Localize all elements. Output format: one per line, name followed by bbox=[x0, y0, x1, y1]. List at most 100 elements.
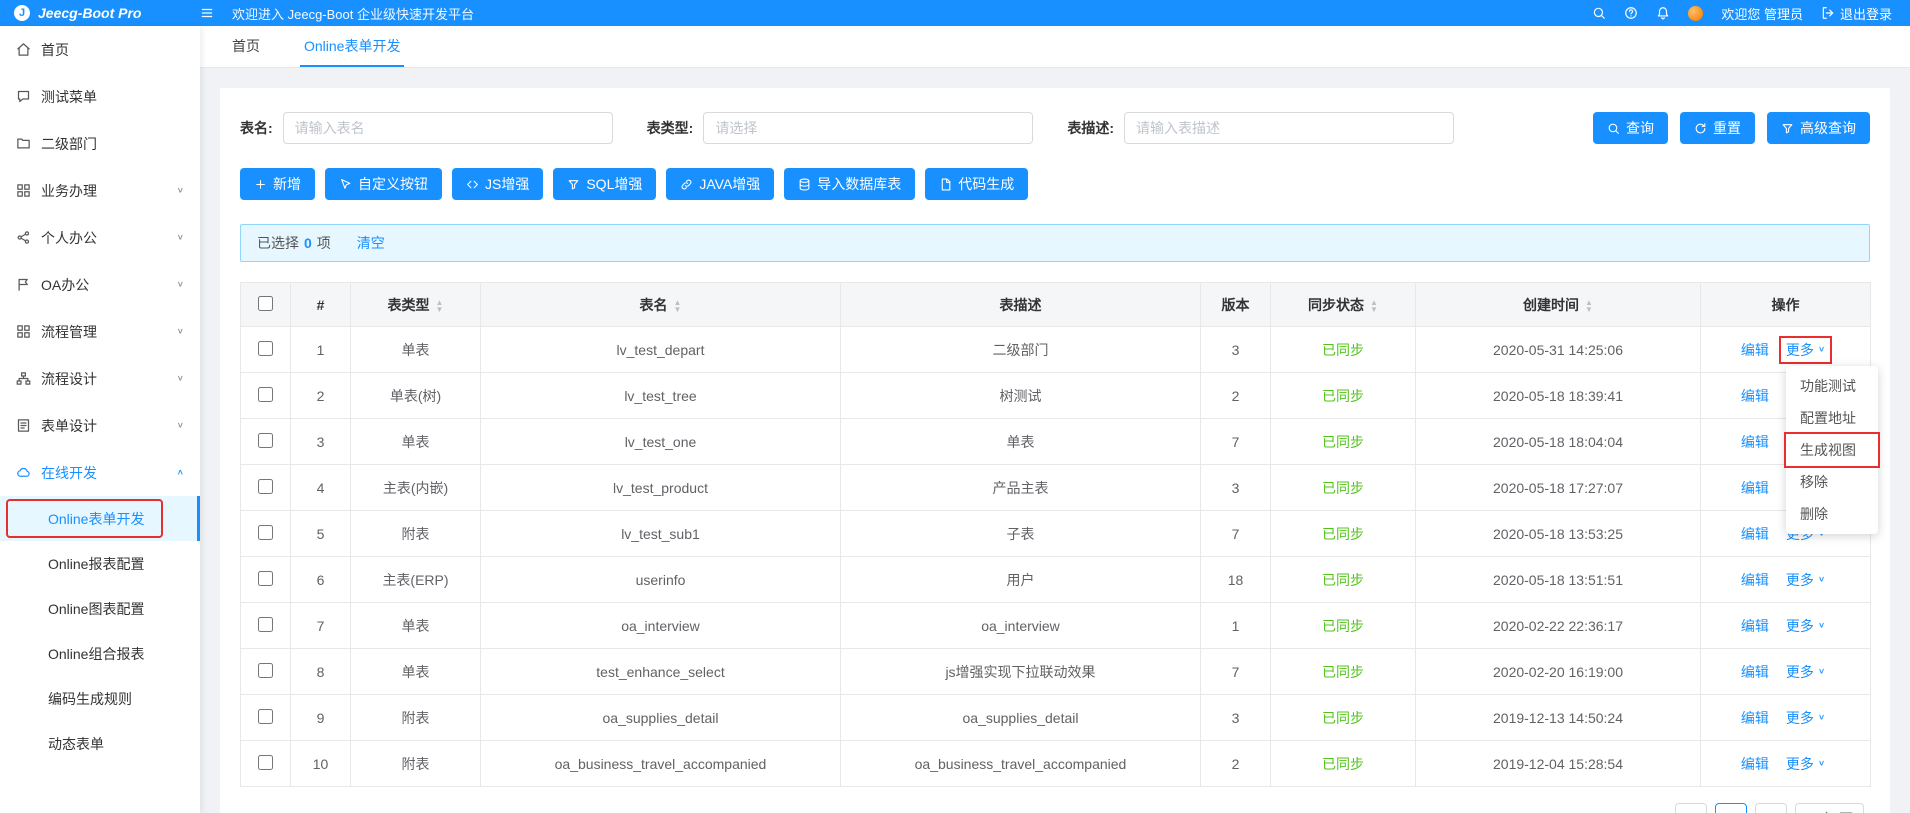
edit-link[interactable]: 编辑 bbox=[1741, 524, 1769, 544]
more-link[interactable]: 更多∨ bbox=[1781, 752, 1830, 776]
toolbar: 新增 自定义按钮 JS增强 SQL增强 JAVA增强 导入数据库表 代码生成 bbox=[240, 168, 1870, 200]
sidebar-item[interactable]: 表单设计 ∨ bbox=[0, 402, 200, 449]
more-link[interactable]: 更多∨ bbox=[1781, 338, 1830, 362]
dropdown-item[interactable]: 移除 bbox=[1786, 466, 1878, 498]
sort-icon[interactable]: ▲ ▼ bbox=[674, 298, 682, 313]
row-checkbox[interactable] bbox=[258, 570, 273, 586]
edit-link[interactable]: 编辑 bbox=[1741, 754, 1769, 774]
dropdown-item[interactable]: 功能测试 bbox=[1786, 370, 1878, 402]
help-icon[interactable] bbox=[1624, 6, 1638, 20]
column-header[interactable]: 同步状态 ▲ ▼ bbox=[1270, 282, 1416, 327]
row-checkbox[interactable] bbox=[258, 708, 273, 724]
sidebar-subitem[interactable]: Online组合报表 bbox=[0, 631, 200, 676]
app-logo[interactable]: J Jeecg-Boot Pro bbox=[0, 5, 200, 21]
page-size-select[interactable]: 10条/页 bbox=[1794, 803, 1864, 813]
edit-link[interactable]: 编辑 bbox=[1741, 616, 1769, 636]
sidebar-item[interactable]: OA办公 ∨ bbox=[0, 261, 200, 308]
table-row: 6 主表(ERP) userinfo 用户 18 已同步 2020-05-18 13:51:… bbox=[240, 556, 1871, 603]
next-page-button[interactable]: > bbox=[1754, 803, 1787, 813]
column-header[interactable]: 表名 ▲ ▼ bbox=[480, 282, 841, 327]
dropdown-item[interactable]: 生成视图 bbox=[1786, 434, 1878, 466]
row-checkbox[interactable] bbox=[258, 340, 273, 356]
sidebar-item[interactable]: 流程设计 ∨ bbox=[0, 355, 200, 402]
avatar[interactable] bbox=[1688, 5, 1704, 21]
table-body: 1 单表 lv_test_depart 二级部门 3 已同步 2020-05-31 14:2… bbox=[240, 326, 1871, 787]
logout-button[interactable]: 退出登录 bbox=[1821, 4, 1892, 23]
code-generate-button[interactable]: 代码生成 bbox=[925, 168, 1029, 200]
cluster-icon bbox=[16, 371, 31, 386]
cell-created-time: 2020-05-18 13:51:51 bbox=[1415, 556, 1701, 603]
sidebar-item[interactable]: 在线开发 ∧ bbox=[0, 449, 200, 496]
tab-item[interactable]: 首页 bbox=[228, 26, 264, 67]
hamburger-icon[interactable] bbox=[200, 6, 214, 20]
sidebar-menu: 首页 测试菜单 二级部门 业务办理 ∨ 个人办公 ∨ OA办公 ∨ 流程管理 ∨ 流程设计 ∨ 表单设计 ∨… bbox=[0, 26, 200, 766]
cell-desc: 产品主表 bbox=[840, 464, 1201, 511]
sidebar-item[interactable]: 个人办公 ∨ bbox=[0, 214, 200, 261]
search-button[interactable]: 查询 bbox=[1593, 112, 1668, 144]
sidebar-subitem[interactable]: 动态表单 bbox=[0, 721, 200, 766]
sidebar-subitem[interactable]: Online表单开发 bbox=[0, 496, 200, 541]
edit-link[interactable]: 编辑 bbox=[1741, 662, 1769, 682]
cell-desc: 单表 bbox=[840, 418, 1201, 465]
more-link[interactable]: 更多∨ bbox=[1781, 660, 1830, 684]
custom-button[interactable]: 自定义按钮 bbox=[325, 168, 442, 200]
select-all-checkbox[interactable] bbox=[258, 295, 273, 311]
column-header[interactable]: 表类型 ▲ ▼ bbox=[350, 282, 481, 327]
java-enhance-button[interactable]: JAVA增强 bbox=[666, 168, 775, 200]
table-name-input[interactable] bbox=[282, 112, 613, 144]
cell-name: lv_test_one bbox=[480, 418, 841, 465]
cell-created-time: 2020-05-18 18:04:04 bbox=[1415, 418, 1701, 465]
edit-link[interactable]: 编辑 bbox=[1741, 432, 1769, 452]
reset-button[interactable]: 重置 bbox=[1680, 112, 1755, 144]
dropdown-item[interactable]: 删除 bbox=[1786, 498, 1878, 530]
more-link[interactable]: 更多∨ bbox=[1781, 568, 1830, 592]
sort-icon[interactable]: ▲ ▼ bbox=[436, 298, 444, 313]
js-enhance-button[interactable]: JS增强 bbox=[452, 168, 544, 200]
sql-enhance-button[interactable]: SQL增强 bbox=[553, 168, 657, 200]
sidebar-subitem-label: 编码生成规则 bbox=[48, 690, 132, 707]
sync-status-badge: 已同步 bbox=[1322, 433, 1364, 450]
search-icon[interactable] bbox=[1592, 6, 1606, 20]
row-checkbox[interactable] bbox=[258, 754, 273, 770]
tab-item[interactable]: Online表单开发 bbox=[300, 26, 405, 67]
sidebar-item[interactable]: 业务办理 ∨ bbox=[0, 167, 200, 214]
current-page-button[interactable]: 1 bbox=[1714, 803, 1747, 813]
sidebar-item[interactable]: 二级部门 bbox=[0, 120, 200, 167]
sort-icon[interactable]: ▲ ▼ bbox=[1370, 298, 1378, 313]
row-checkbox[interactable] bbox=[258, 524, 273, 540]
link-icon bbox=[680, 178, 693, 191]
more-link[interactable]: 更多∨ bbox=[1781, 614, 1830, 638]
column-label: # bbox=[316, 296, 325, 313]
sidebar-subitem[interactable]: 编码生成规则 bbox=[0, 676, 200, 721]
bell-icon[interactable] bbox=[1656, 6, 1670, 20]
dropdown-item[interactable]: 配置地址 bbox=[1786, 402, 1878, 434]
row-checkbox[interactable] bbox=[258, 662, 273, 678]
button-label: 高级查询 bbox=[1800, 120, 1856, 136]
sort-icon[interactable]: ▲ ▼ bbox=[1585, 298, 1593, 313]
edit-link[interactable]: 编辑 bbox=[1741, 386, 1769, 406]
row-checkbox[interactable] bbox=[258, 616, 273, 632]
edit-link[interactable]: 编辑 bbox=[1741, 708, 1769, 728]
add-button[interactable]: 新增 bbox=[240, 168, 315, 200]
user-greeting[interactable]: 欢迎您 管理员 bbox=[1721, 4, 1803, 23]
folder-icon bbox=[16, 136, 31, 151]
sidebar-subitem[interactable]: Online报表配置 bbox=[0, 541, 200, 586]
prev-page-button[interactable]: < bbox=[1674, 803, 1707, 813]
row-checkbox[interactable] bbox=[258, 432, 273, 448]
column-header[interactable]: 创建时间 ▲ ▼ bbox=[1415, 282, 1701, 327]
edit-link[interactable]: 编辑 bbox=[1741, 340, 1769, 360]
sidebar-subitem[interactable]: Online图表配置 bbox=[0, 586, 200, 631]
sidebar-item[interactable]: 首页 bbox=[0, 26, 200, 73]
row-checkbox[interactable] bbox=[258, 386, 273, 402]
table-desc-input[interactable] bbox=[1124, 112, 1455, 144]
edit-link[interactable]: 编辑 bbox=[1741, 570, 1769, 590]
advanced-search-button[interactable]: 高级查询 bbox=[1767, 112, 1870, 144]
sidebar-item[interactable]: 流程管理 ∨ bbox=[0, 308, 200, 355]
table-type-select[interactable] bbox=[703, 112, 1034, 144]
more-link[interactable]: 更多∨ bbox=[1781, 706, 1830, 730]
clear-selection-link[interactable]: 清空 bbox=[357, 233, 385, 253]
row-checkbox[interactable] bbox=[258, 478, 273, 494]
sidebar-item[interactable]: 测试菜单 bbox=[0, 73, 200, 120]
import-db-table-button[interactable]: 导入数据库表 bbox=[784, 168, 916, 200]
edit-link[interactable]: 编辑 bbox=[1741, 478, 1769, 498]
